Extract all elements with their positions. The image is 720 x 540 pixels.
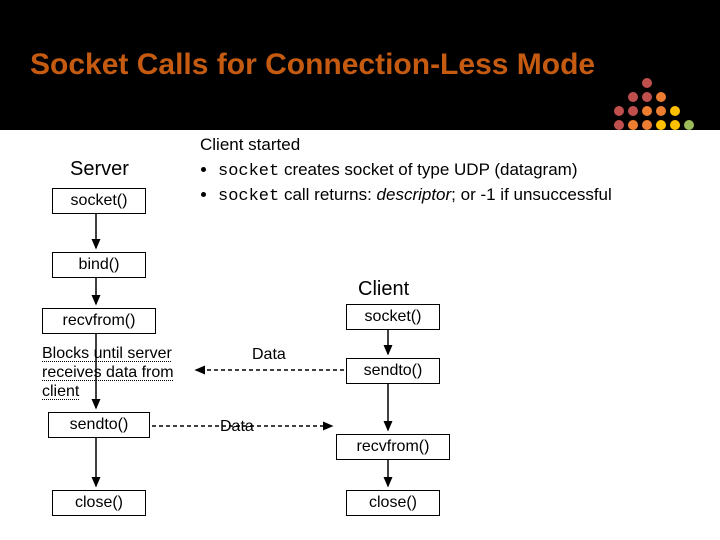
code-socket-1: socket [218,162,279,181]
server-socket-box: socket() [52,188,146,214]
blocking-note: Blocks until server receives data from c… [42,344,174,402]
explanation-heading: Client started [200,134,700,157]
data-label-2: Data [220,418,254,436]
explanation-bullet-1: socket creates socket of type UDP (datag… [218,159,700,184]
slide-title: Socket Calls for Connection-Less Mode [30,48,595,82]
explanation-text: Client started socket creates socket of … [200,134,700,209]
note-line-2: receives data from [42,364,174,381]
client-socket-box: socket() [346,304,440,330]
server-close-box: close() [52,490,146,516]
bullet2-part2: ; or -1 if unsuccessful [451,185,612,204]
server-recvfrom-box: recvfrom() [42,308,156,334]
client-recvfrom-box: recvfrom() [336,434,450,460]
server-bind-box: bind() [52,252,146,278]
bullet1-rest: creates socket of type UDP (datagram) [279,160,577,179]
client-column-label: Client [358,278,409,301]
server-column-label: Server [70,158,129,181]
explanation-bullet-2: socket call returns: descriptor; or -1 i… [218,184,700,209]
content-area: Server Client Client started socket crea… [0,130,720,540]
note-line-3: client [42,383,79,400]
decorative-dot-grid [614,50,696,132]
server-sendto-box: sendto() [48,412,150,438]
client-sendto-box: sendto() [346,358,440,384]
client-close-box: close() [346,490,440,516]
data-label-1: Data [252,346,286,364]
code-socket-2: socket [218,187,279,206]
note-line-1: Blocks until server [42,345,172,362]
bullet2-part1: call returns: [279,185,376,204]
descriptor-word: descriptor [377,185,452,204]
